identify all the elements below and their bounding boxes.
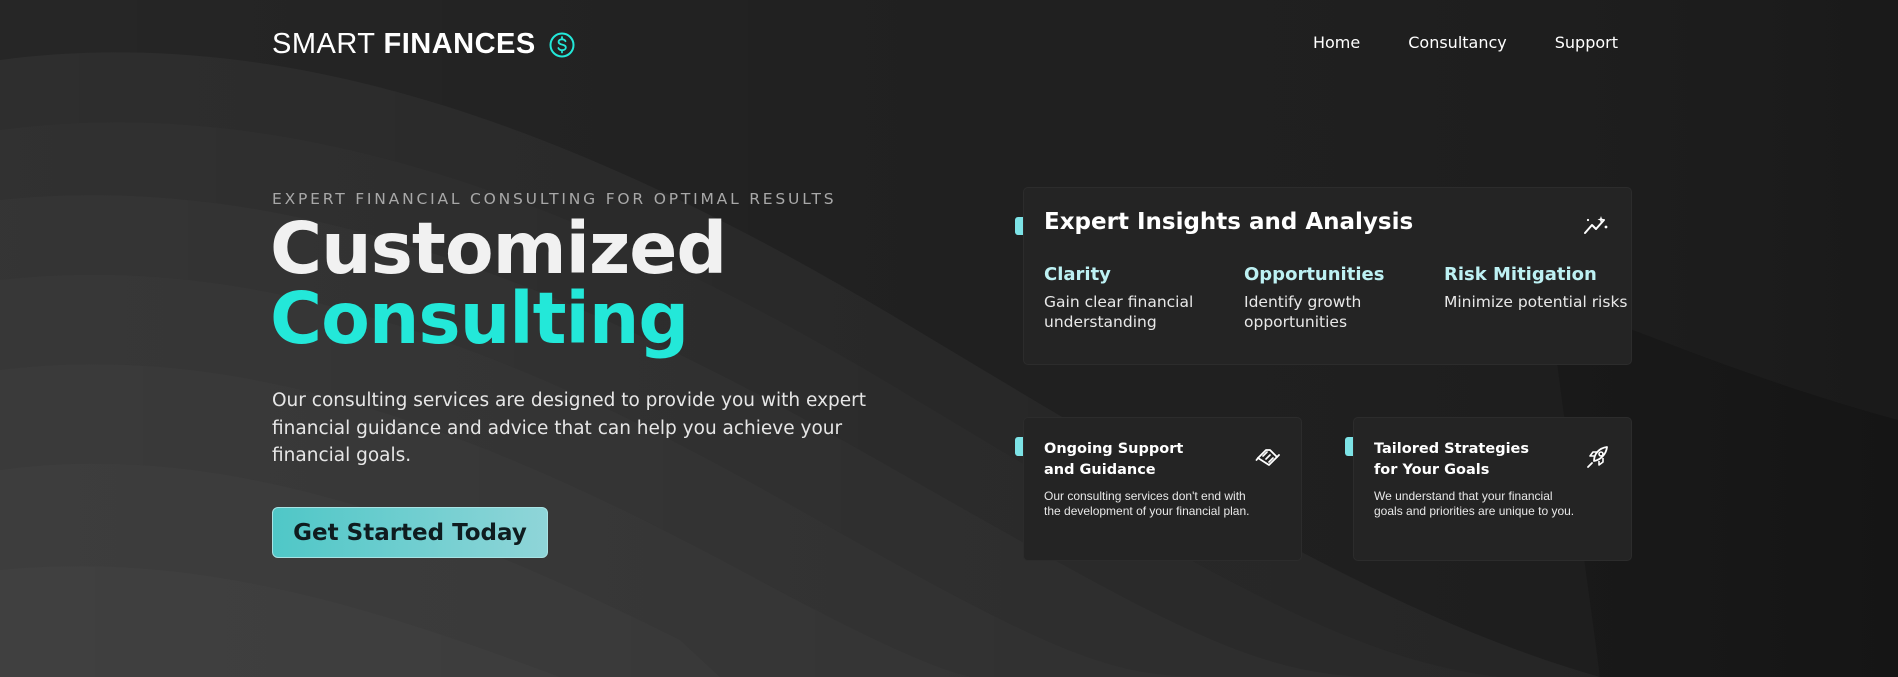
insight-text: Identify growth opportunities (1244, 293, 1362, 331)
feature-title-line-2: and Guidance (1044, 461, 1156, 478)
nav-support[interactable]: Support (1555, 33, 1618, 52)
insights-title: Expert Insights and Analysis (1044, 209, 1414, 235)
headline-line-1: Customized (270, 207, 727, 290)
headline-line-2: Consulting (270, 277, 689, 360)
insight-heading: Risk Mitigation (1444, 264, 1597, 285)
feature-title: Ongoing Support and Guidance (1044, 439, 1214, 480)
handshake-icon (1255, 449, 1280, 466)
insight-text: Gain clear financial understanding (1044, 293, 1194, 331)
feature-text: Our consulting services don't end with t… (1044, 489, 1250, 518)
page: SMART FINANCES Home Consultancy Support … (0, 0, 1898, 677)
insight-text: Minimize potential risks (1444, 293, 1628, 311)
nav-home[interactable]: Home (1313, 33, 1360, 52)
insights-card: Expert Insights and Analysis Clarity Gai… (1023, 187, 1632, 365)
card-accent-tab (1345, 437, 1353, 456)
chart-sparkle-icon (1584, 216, 1608, 234)
feature-title-line-2: for Your Goals (1374, 461, 1490, 478)
dollar-coin-icon (549, 32, 575, 57)
get-started-button[interactable]: Get Started Today (272, 507, 548, 558)
insight-col-opportunities: Opportunities Identify growth opportunit… (1244, 264, 1434, 332)
feature-title-line-1: Ongoing Support (1044, 441, 1184, 457)
insight-col-risk: Risk Mitigation Minimize potential risks (1444, 264, 1629, 313)
card-accent-tab (1015, 217, 1023, 235)
main-nav: Home Consultancy Support (1313, 33, 1618, 52)
brand-word-2: FINANCES (383, 28, 536, 60)
feature-title: Tailored Strategies for Your Goals (1374, 439, 1544, 480)
feature-card-strategies: Tailored Strategies for Your Goals We un… (1353, 417, 1632, 561)
hero-eyebrow: EXPERT FINANCIAL CONSULTING FOR OPTIMAL … (272, 190, 837, 208)
rocket-icon (1587, 446, 1608, 468)
insight-col-clarity: Clarity Gain clear financial understandi… (1044, 264, 1234, 332)
feature-title-line-1: Tailored Strategies (1374, 441, 1530, 457)
insight-heading: Opportunities (1244, 264, 1385, 285)
card-accent-tab (1015, 437, 1023, 456)
feature-text: We understand that your financial goals … (1374, 489, 1575, 518)
feature-card-support: Ongoing Support and Guidance Our consult… (1023, 417, 1302, 561)
hero-headline: Customized Consulting (270, 207, 727, 360)
brand-word-1: SMART (272, 28, 376, 60)
nav-consultancy[interactable]: Consultancy (1408, 33, 1507, 52)
brand-logo[interactable]: SMART FINANCES (272, 28, 576, 61)
hero-lead: Our consulting services are designed to … (272, 390, 866, 466)
insight-heading: Clarity (1044, 264, 1111, 285)
